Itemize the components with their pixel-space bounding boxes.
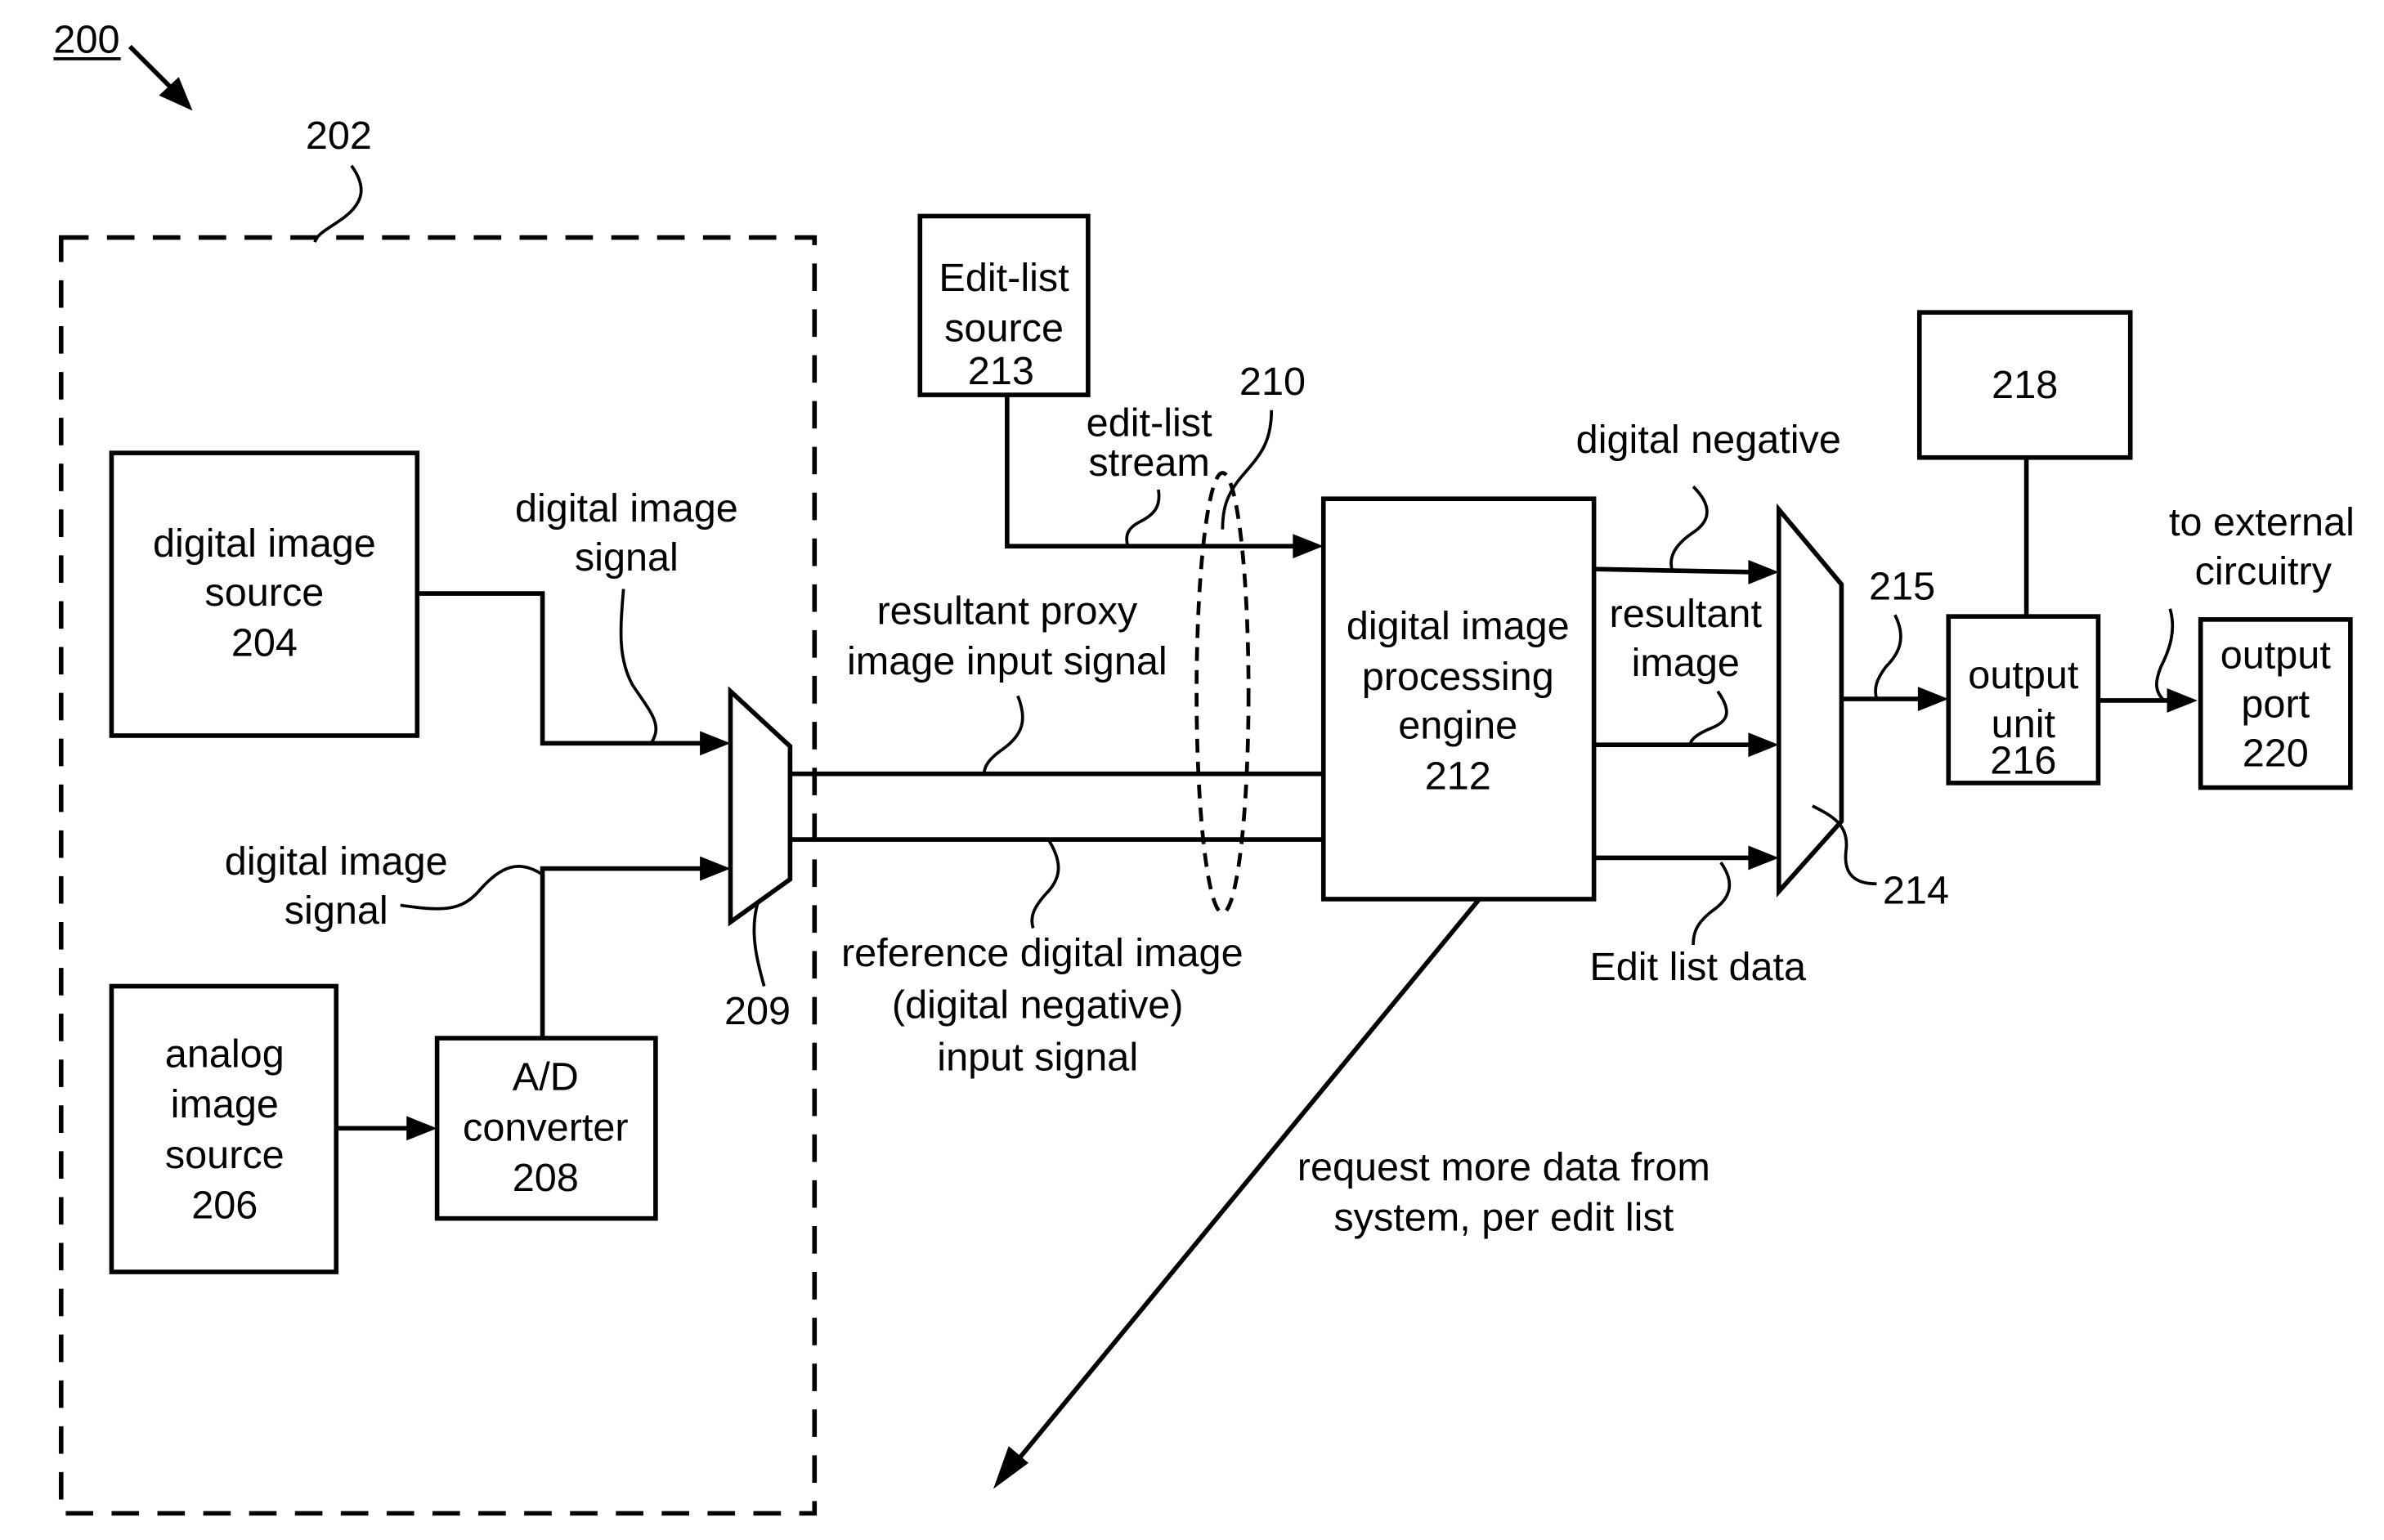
block-ref: 212: [1425, 754, 1491, 798]
bundle-ref-leader: [1221, 410, 1274, 530]
signal-label: stream: [1088, 441, 1210, 485]
block-diagram: 200 202 digital image source 204 digital…: [53, 17, 2355, 1516]
wire-208-to-209: [540, 866, 706, 1039]
external-leader: [2155, 608, 2175, 702]
block-line: analog: [165, 1032, 285, 1077]
mux-ref-label: 209: [724, 989, 791, 1033]
signal-label: edit-list: [1087, 401, 1212, 445]
signal-label: signal: [575, 535, 679, 580]
signal-bundle-210: [1194, 471, 1251, 915]
multiplexer-209[interactable]: [728, 686, 793, 927]
signal-label: image input signal: [847, 639, 1167, 683]
signal-label: circuitry: [2195, 549, 2332, 593]
arrow-head-icon: [1293, 534, 1324, 559]
digital-image-source-block[interactable]: digital image source 204: [109, 450, 420, 738]
arrow-head-icon: [1748, 559, 1779, 584]
proxy-leader: [982, 695, 1024, 774]
signal-label: digital image: [515, 486, 738, 530]
signal-label: resultant proxy: [876, 589, 1137, 633]
block-line: source: [944, 307, 1064, 351]
ad-converter-block[interactable]: A/D converter 208: [434, 1036, 658, 1221]
signal-label: resultant: [1610, 592, 1763, 636]
output-port-block[interactable]: output port 220: [2198, 617, 2353, 790]
block-218[interactable]: 218: [1916, 310, 2133, 460]
arrow-head-icon: [700, 731, 731, 756]
signal-label: signal: [285, 889, 388, 933]
signal-leader: [619, 589, 658, 745]
figure-number: 200: [53, 17, 119, 61]
digital-negative-leader: [1669, 485, 1709, 570]
block-line: image: [171, 1082, 279, 1126]
bundle-ref-label: 210: [1239, 360, 1306, 404]
mux-ref-leader: [752, 902, 766, 987]
stream-leader: [1125, 489, 1161, 547]
arrow-head-icon: [700, 856, 731, 881]
signal-label: to external: [2169, 500, 2355, 544]
reference-leader: [1030, 839, 1060, 929]
block-ref: 213: [968, 349, 1034, 393]
block-line: output: [2220, 633, 2332, 678]
block-ref: 204: [231, 621, 298, 665]
signal-label: digital negative: [1576, 418, 1841, 462]
block-line: processing: [1362, 655, 1554, 699]
group-ref-leader: [313, 164, 363, 243]
analog-image-source-block[interactable]: analog image source 206: [109, 983, 339, 1274]
signal-label: digital image: [225, 839, 448, 884]
block-ref: 206: [191, 1184, 258, 1228]
figure-arrow-shaft: [128, 44, 175, 92]
figure-ref-200: 200: [53, 17, 193, 111]
output-unit-block[interactable]: output unit 216: [1946, 614, 2101, 786]
edit-list-data-leader: [1692, 862, 1732, 946]
block-line: converter: [463, 1105, 629, 1149]
block-line: Edit-list: [939, 256, 1069, 300]
resultant-image-leader: [1688, 690, 1728, 745]
block-ref: 220: [2243, 731, 2309, 775]
request-label: request more data from: [1297, 1145, 1710, 1189]
line-ref-leader: [1874, 614, 1902, 700]
signal-label: Edit list data: [1589, 945, 1807, 989]
arrow-head-icon: [406, 1116, 437, 1141]
wire-204-to-209: [417, 591, 706, 746]
signal-label: image: [1632, 641, 1740, 685]
block-ref: 218: [1992, 363, 2058, 407]
digital-negative-wire: [1593, 566, 1754, 575]
block-line: A/D: [513, 1055, 579, 1099]
signal-label: (digital negative): [892, 983, 1184, 1027]
block-ref: 216: [1990, 739, 2056, 783]
arrow-head-icon: [1748, 845, 1779, 871]
block-line: source: [165, 1133, 285, 1177]
block-line: port: [2241, 683, 2310, 727]
block-line: output: [1968, 653, 2079, 697]
block-line: source: [204, 571, 324, 615]
request-label: system, per edit list: [1333, 1196, 1674, 1240]
group-202: 202: [58, 114, 818, 1516]
line-ref-label: 215: [1869, 565, 1935, 609]
signal-label: input signal: [937, 1035, 1138, 1079]
block-ref: 208: [513, 1156, 579, 1200]
block-line: digital image: [1347, 604, 1570, 648]
processing-engine-block[interactable]: digital image processing engine 212: [1320, 496, 1597, 902]
signal-label: reference digital image: [841, 931, 1244, 975]
group-ref-label: 202: [306, 114, 372, 158]
arrow-head-icon: [1748, 732, 1779, 758]
block-line: digital image: [153, 522, 376, 566]
arrow-head-icon: [1917, 687, 1949, 712]
block-line: engine: [1398, 704, 1517, 748]
edit-list-source-block[interactable]: Edit-list source 213: [917, 213, 1091, 397]
arrow-head-icon: [2167, 687, 2198, 713]
mux-ref-label: 214: [1883, 869, 1949, 913]
multiplexer-214[interactable]: [1776, 503, 1844, 898]
